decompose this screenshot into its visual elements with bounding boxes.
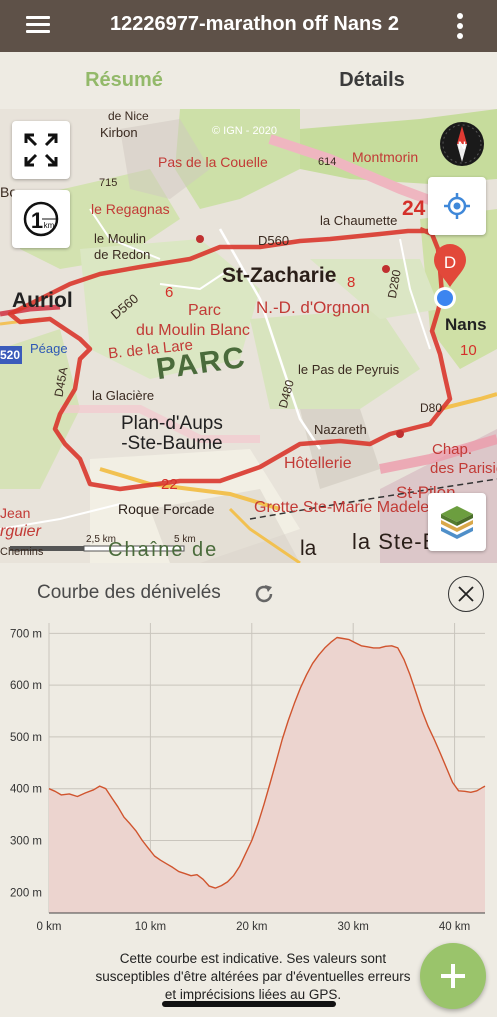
map-label: rguier [0, 523, 41, 540]
map-label: Chap. [432, 441, 473, 458]
layers-icon [441, 506, 473, 539]
close-button[interactable] [448, 576, 484, 612]
elevation-area [49, 637, 485, 913]
map-label: N.-D. d'Orgnon [256, 298, 370, 317]
map-label: D560 [258, 233, 290, 248]
disclaimer-line: susceptibles d'être altérées par d'évent… [95, 969, 411, 984]
start-marker-icon[interactable]: D [430, 241, 470, 289]
svg-text:N: N [458, 140, 466, 152]
y-tick-label: 700 m [10, 628, 42, 640]
elevation-panel: Courbe des dénivelés 200 m 300 m 400 m 500 … [0, 563, 497, 1017]
map-label: 520 [0, 348, 21, 362]
scale-toggle-button[interactable]: 1 km [12, 190, 70, 248]
x-tick-label: 20 km [236, 921, 267, 933]
map-label: 614 [318, 156, 337, 168]
fullscreen-button[interactable] [12, 121, 70, 179]
svg-text:km: km [44, 221, 55, 230]
disclaimer-line: Cette courbe est indicative. Ses valeurs… [119, 951, 387, 966]
map-label: le Pas de Peyruis [298, 362, 400, 377]
close-icon [457, 585, 474, 602]
map-label: 715 [99, 177, 118, 189]
map-label: Jean [0, 505, 31, 521]
map-label: St-Zacharie [222, 264, 337, 287]
compass-icon: N [440, 122, 484, 166]
x-tick-label: 40 km [439, 921, 470, 933]
map-label: Kirbon [100, 125, 138, 140]
x-tick-label: 30 km [338, 921, 369, 933]
map-label: de Nice [108, 109, 149, 123]
map-label: Chemins [0, 546, 44, 558]
elevation-title: Courbe des dénivelés [37, 582, 221, 603]
map-copyright: © IGN - 2020 [212, 125, 277, 137]
map-label: la Glacière [92, 388, 155, 403]
map-label: la [300, 537, 317, 560]
map-label: 6 [165, 284, 174, 301]
tab-details[interactable]: Détails [248, 52, 496, 109]
current-location-icon [434, 287, 456, 309]
map-label: Hôtellerie [284, 455, 352, 472]
y-tick-label: 500 m [10, 732, 42, 744]
map-label: 22 [161, 476, 178, 493]
compass-button[interactable]: N [438, 120, 486, 168]
map-label: 24 [402, 197, 426, 220]
map-label: le Moulin de Redon [94, 231, 151, 262]
home-indicator [162, 1001, 336, 1007]
more-vertical-icon[interactable] [450, 12, 470, 40]
x-tick-label: 0 km [37, 921, 62, 933]
map-label: le Regagnas [91, 201, 170, 217]
fullscreen-icon [24, 133, 58, 167]
map-label: 10 [460, 342, 477, 359]
y-tick-label: 300 m [10, 836, 42, 848]
add-button[interactable] [420, 943, 486, 1009]
map-label: Roque Forcade [118, 501, 215, 517]
page-title: 12226977-marathon off Nans 2 [109, 13, 399, 35]
layers-button[interactable] [428, 493, 486, 551]
topo-map[interactable]: de Nice Kirbon © IGN - 2020 Pas de la Co… [0, 109, 497, 563]
hamburger-menu-icon[interactable] [26, 15, 50, 35]
y-tick-label: 600 m [10, 680, 42, 692]
one-km-scale-icon: 1 km [23, 201, 59, 237]
map-label: D80 [420, 401, 443, 415]
map-label: Péage [30, 341, 68, 356]
map-label: Auriol [12, 289, 73, 312]
tab-bar: Résumé Détails [0, 52, 497, 109]
start-marker-letter: D [444, 253, 456, 272]
map-label: des Parisien [430, 460, 497, 477]
x-tick-label: 10 km [135, 921, 166, 933]
y-tick-label: 200 m [10, 887, 42, 899]
y-tick-label: 400 m [10, 784, 42, 796]
app-bar: 12226977-marathon off Nans 2 [0, 0, 497, 52]
map-label: Plan-d'Aups -Ste-Baume [121, 413, 223, 454]
map-label: du Moulin Blanc [136, 322, 250, 339]
svg-text:1: 1 [31, 208, 43, 233]
map-label: Parc [188, 302, 221, 319]
map-label: la Chaumette [320, 213, 398, 228]
map-label: Grotte Ste-Marie Madeleine [254, 499, 451, 516]
map-label: Chaîne de [108, 539, 219, 561]
locate-button[interactable] [428, 177, 486, 235]
elevation-disclaimer: Cette courbe est indicative. Ses valeurs… [40, 950, 466, 1004]
map-label: 8 [347, 274, 356, 291]
elevation-chart[interactable]: 200 m 300 m 400 m 500 m 600 m 700 m 0 km 10 km 2… [0, 623, 497, 945]
map-label: Nans [445, 315, 487, 334]
map-label: Montmorin [352, 149, 419, 165]
refresh-icon[interactable] [252, 582, 276, 606]
map-label: Pas de la Couelle [158, 154, 268, 170]
tab-resume[interactable]: Résumé [0, 52, 248, 109]
map-label: Nazareth [314, 422, 367, 437]
locate-icon [444, 193, 470, 219]
